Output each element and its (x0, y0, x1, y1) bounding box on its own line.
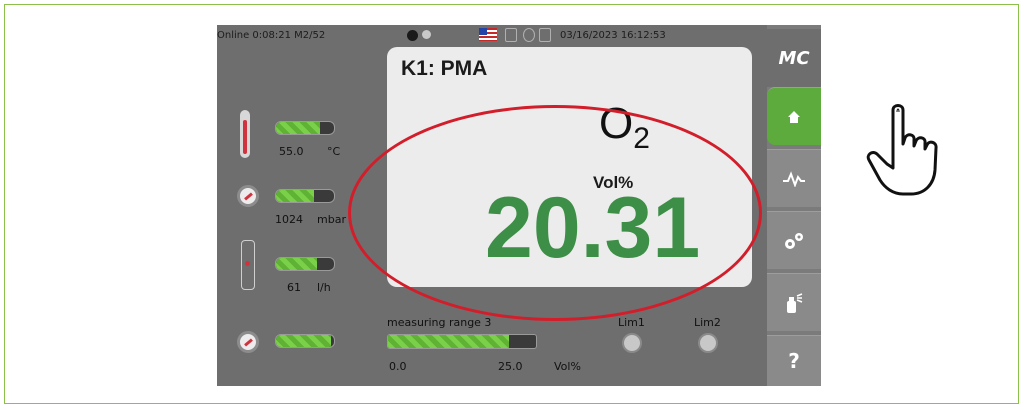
status-left: Online 0:08:21 M2/52 (217, 30, 326, 41)
pointing-hand-icon (866, 104, 938, 196)
range-min: 0.0 (389, 360, 407, 373)
pressure-bar-fill (276, 190, 314, 202)
lim2-label: Lim2 (694, 316, 721, 329)
temperature-bar (275, 121, 335, 135)
settings-button[interactable] (767, 211, 821, 269)
flow-bar-fill (276, 258, 317, 270)
spray-icon (787, 292, 803, 313)
lim1-indicator (622, 333, 642, 353)
temperature-bar-fill (276, 122, 320, 134)
lim1-label: Lim1 (618, 316, 645, 329)
status-dot-icon (407, 30, 418, 41)
sensor-bar-fill (276, 335, 332, 347)
trend-button[interactable] (767, 149, 821, 207)
flow-value: 61 (287, 281, 301, 294)
trend-icon (783, 170, 805, 187)
us-flag-icon[interactable] (479, 28, 497, 41)
temperature-value: 55.0 (279, 145, 304, 158)
flow-bar (275, 257, 335, 271)
thermometer-icon (240, 110, 250, 158)
network-icon (523, 28, 535, 42)
service-button[interactable] (767, 273, 821, 331)
lock-icon (539, 28, 551, 42)
status-bar: Online 0:08:21 M2/52 03/16/2023 16:12:53 (217, 25, 767, 45)
highlight-ellipse (348, 105, 762, 321)
pressure-value: 1024 (275, 213, 303, 226)
help-button[interactable]: ? (767, 335, 821, 386)
home-icon (788, 110, 800, 123)
pressure-unit: mbar (317, 213, 346, 226)
sensor-bar (275, 334, 335, 348)
status-datetime: 03/16/2023 16:12:53 (560, 30, 666, 41)
pressure-bar (275, 189, 335, 203)
range-label: measuring range 3 (387, 316, 492, 329)
home-button[interactable] (767, 87, 821, 145)
flowmeter-icon (241, 240, 255, 290)
channel-label: K1: PMA (401, 57, 488, 80)
temperature-unit: °C (327, 145, 341, 158)
range-bar (387, 334, 537, 349)
gears-icon (785, 232, 803, 249)
status-dot-icon (422, 30, 431, 39)
logo-text: MC (778, 47, 810, 69)
lim2-indicator (698, 333, 718, 353)
logo-button[interactable]: MC (767, 29, 821, 87)
flow-unit: l/h (317, 281, 331, 294)
pressure-gauge-icon (237, 185, 259, 207)
sensor-gauge-icon (237, 331, 259, 353)
user-icon (505, 28, 517, 42)
sidebar: MC ? (767, 25, 821, 386)
range-unit: Vol% (554, 360, 581, 373)
help-icon: ? (788, 349, 800, 373)
range-max: 25.0 (498, 360, 523, 373)
range-bar-fill (388, 335, 510, 348)
